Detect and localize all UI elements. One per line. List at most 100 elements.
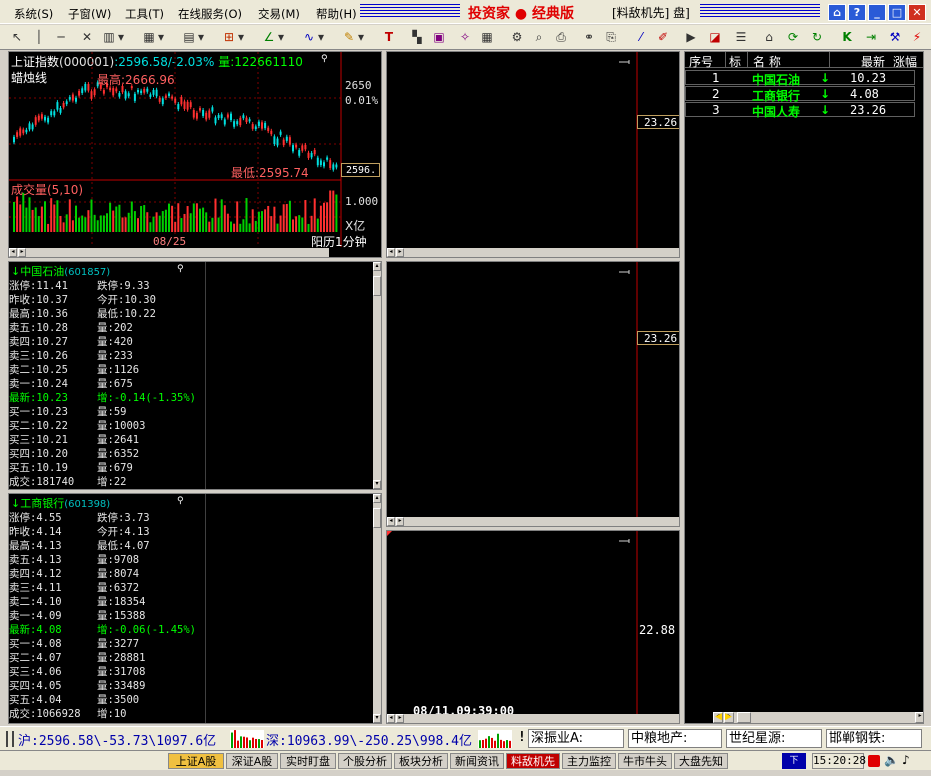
tab-1[interactable]: 上证A股 <box>168 753 224 769</box>
close-icon[interactable]: ✕ <box>908 4 926 21</box>
search-icon[interactable]: ⌕ <box>530 29 548 46</box>
list-icon[interactable]: ☰ <box>732 29 750 46</box>
binoculars-icon[interactable]: ⚭ <box>580 29 598 46</box>
brush-icon[interactable]: ⁄ <box>632 29 650 46</box>
tab-7[interactable]: 料敌机先 <box>506 753 560 769</box>
sh-index-text[interactable]: 沪:2596.58\-53.73\1097.6亿 <box>18 730 216 749</box>
quote-panel-icbc[interactable]: ↓工商银行(601398) ⚲ 涨停:4.55 昨收:4.14 最高:4.13 卖五:… <box>8 493 382 724</box>
quote-panel-petrochina[interactable]: ↓中国石油(601857) ⚲ 涨停:11.41 昨收:10.37 最高:10.36… <box>8 261 382 490</box>
stock-combo-4[interactable]: 邯郸钢铁: <box>826 729 922 748</box>
volume-icon[interactable]: ♪ <box>902 753 910 767</box>
sz-index-text[interactable]: 深:10963.99\-250.25\998.4亿 <box>266 730 472 749</box>
stock-combo-3[interactable]: 世纪星源: <box>726 729 822 748</box>
vline-icon[interactable]: │ <box>30 29 48 46</box>
home-icon[interactable]: ⌂ <box>828 4 846 21</box>
tab-8[interactable]: 主力监控 <box>562 753 616 769</box>
tab-6[interactable]: 新闻资讯 <box>450 753 504 769</box>
col-flag[interactable]: 标 <box>729 53 741 70</box>
sync-icon[interactable]: ↻ <box>808 29 826 46</box>
pin-icon[interactable]: ⚲ <box>177 264 184 274</box>
cross-icon[interactable]: ✕ <box>78 29 96 46</box>
play-icon[interactable]: ▶ <box>682 29 700 46</box>
magic-icon[interactable]: ✧ <box>456 29 474 46</box>
scroll-right-icon[interactable]: ▸ <box>396 714 404 723</box>
export-icon[interactable]: ⇥ <box>862 29 880 46</box>
layout-icon[interactable]: ▚ <box>408 29 426 46</box>
copy-icon[interactable]: ⎘ <box>602 29 620 46</box>
cursor-icon[interactable]: ↖ <box>8 29 26 46</box>
menu-trade[interactable]: 交易(M) <box>258 6 300 22</box>
col-price[interactable]: 最新 <box>861 53 885 70</box>
menu-online-service[interactable]: 在线服务(O) <box>178 6 242 22</box>
tab-2[interactable]: 深证A股 <box>226 753 278 769</box>
stock-combo-1[interactable]: 深振业A: <box>528 729 624 748</box>
chevron-down-icon[interactable]: ▾ <box>116 29 126 46</box>
col-change[interactable]: 涨幅 <box>893 53 917 70</box>
text-tool-icon[interactable]: T <box>380 29 398 46</box>
tab-9[interactable]: 牛市牛头 <box>618 753 672 769</box>
tab-5[interactable]: 板块分析 <box>394 753 448 769</box>
refresh-icon[interactable]: ⟳ <box>784 29 802 46</box>
col-name[interactable]: 名 称 <box>753 53 781 70</box>
scroll-thumb[interactable] <box>373 508 381 528</box>
k-icon[interactable]: K <box>838 29 856 46</box>
print-icon[interactable]: ⎙ <box>552 29 570 46</box>
network-icon[interactable]: ⚙ <box>508 29 526 46</box>
chevron-down-icon[interactable]: ▾ <box>196 29 206 46</box>
lightning-icon[interactable]: ⚡ <box>908 29 926 46</box>
mini-chart-panel-1[interactable]: 23.26 ◂ ▸ <box>386 51 680 258</box>
stock-list-panel[interactable]: 序号 标 名 称 最新 涨幅 1 中国石油 ↓ 10.23 2 工商银行 ↓ 4.08 3 中国人… <box>684 51 924 724</box>
chart-icon[interactable]: ◪ <box>706 29 724 46</box>
scroll-right-icon[interactable]: ▸ <box>396 248 404 257</box>
scroll-down-icon[interactable]: ▾ <box>373 480 381 489</box>
window-icon[interactable]: ▣ <box>430 29 448 46</box>
chevron-down-icon[interactable]: ▾ <box>156 29 166 46</box>
network-status-icon[interactable]: 下 <box>782 753 806 769</box>
scroll-up-icon[interactable]: ▴ <box>373 494 381 503</box>
scroll-right-icon[interactable]: ▸ <box>18 248 26 257</box>
scroll-left-icon[interactable]: ◂ <box>387 517 395 526</box>
menu-system[interactable]: 系统(S) <box>14 6 53 22</box>
minimize-icon[interactable]: _ <box>868 4 886 21</box>
col-no[interactable]: 序号 <box>689 53 713 70</box>
mini-scrollbar[interactable]: ◂ ▸ <box>387 248 679 257</box>
chevron-down-icon[interactable]: ▾ <box>236 29 246 46</box>
index-chart-panel[interactable]: 上证指数(000001):2596.58/-2.03% 量:122661110 … <box>8 51 382 258</box>
tab-right-icon[interactable]: ▶ <box>725 712 735 723</box>
quote-scrollbar[interactable]: ▴ ▾ <box>373 262 381 489</box>
house-icon[interactable]: ⌂ <box>760 29 778 46</box>
list-scrollbar[interactable]: ◂ ▸ ▸ <box>713 712 923 723</box>
mini-scrollbar[interactable]: ◂ ▸ <box>387 714 679 723</box>
scroll-right-icon[interactable]: ▸ <box>396 517 404 526</box>
scroll-right-end-icon[interactable]: ▸ <box>915 712 923 723</box>
tab-3[interactable]: 实时盯盘 <box>280 753 336 769</box>
record-icon[interactable] <box>868 755 880 767</box>
tab-10[interactable]: 大盘先知 <box>674 753 728 769</box>
scroll-down-icon[interactable]: ▾ <box>373 714 381 723</box>
hline-icon[interactable]: ─ <box>52 29 70 46</box>
scroll-thumb[interactable] <box>737 712 751 723</box>
scroll-up-icon[interactable]: ▴ <box>373 262 381 271</box>
pin-icon[interactable]: ⚲ <box>177 496 184 506</box>
maximize-icon[interactable]: □ <box>888 4 906 21</box>
list-item[interactable]: 3 中国人寿 ↓ 23.26 <box>685 102 915 119</box>
mini-chart-panel-2[interactable]: 23.26 ◂ ▸ <box>386 261 680 527</box>
pencil-icon[interactable]: ✐ <box>654 29 672 46</box>
chart-scrollbar[interactable]: ◂ ▸ <box>9 248 329 257</box>
scroll-thumb[interactable] <box>373 276 381 296</box>
mini-scrollbar[interactable]: ◂ ▸ <box>387 517 679 526</box>
stock-combo-2[interactable]: 中粮地产: <box>628 729 722 748</box>
tab-4[interactable]: 个股分析 <box>338 753 392 769</box>
scroll-left-icon[interactable]: ◂ <box>9 248 17 257</box>
scroll-left-icon[interactable]: ◂ <box>387 248 395 257</box>
menu-help[interactable]: 帮助(H) <box>316 6 357 22</box>
menu-tools[interactable]: 工具(T) <box>125 6 164 22</box>
menu-subwindow[interactable]: 子窗(W) <box>68 6 111 22</box>
scroll-left-icon[interactable]: ◂ <box>387 714 395 723</box>
help-icon[interactable]: ? <box>848 4 866 21</box>
quote-scrollbar[interactable]: ▴ ▾ <box>373 494 381 723</box>
chevron-down-icon[interactable]: ▾ <box>276 29 286 46</box>
mini-chart-panel-3[interactable]: 22.88 08/11.09:39:00 ◂ ▸ <box>386 530 680 724</box>
chevron-down-icon[interactable]: ▾ <box>316 29 326 46</box>
settings-icon[interactable]: ⚒ <box>886 29 904 46</box>
